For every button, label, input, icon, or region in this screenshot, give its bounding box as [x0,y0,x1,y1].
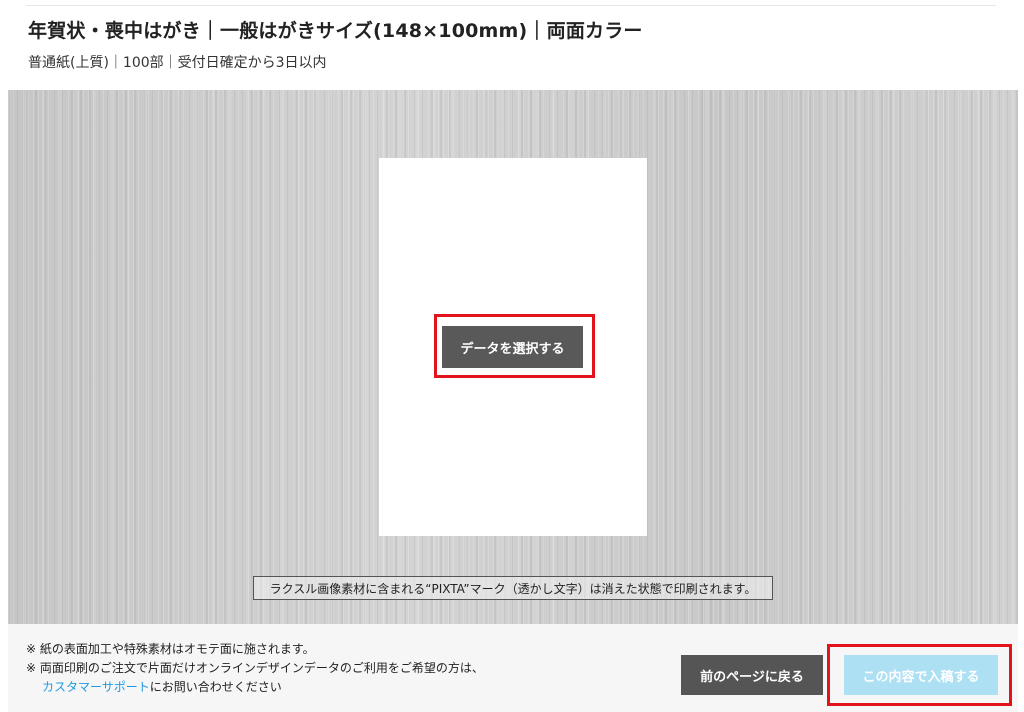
footer-bar: ※ 紙の表面加工や特殊素材はオモテ面に施されます。 ※ 両面印刷のご注文で片面だ… [8,624,1018,712]
customer-support-link[interactable]: カスタマーサポート [42,680,150,694]
footer-notes: ※ 紙の表面加工や特殊素材はオモテ面に施されます。 ※ 両面印刷のご注文で片面だ… [26,640,484,697]
preview-stage: データを選択する ラクスル画像素材に含まれる“PIXTA”マーク（透かし文字）は… [8,90,1018,624]
note-surface-finish: ※ 紙の表面加工や特殊素材はオモテ面に施されます。 [26,642,315,656]
note-support-line: カスタマーサポートにお問い合わせください [26,678,484,697]
select-data-button[interactable]: データを選択する [442,326,583,368]
submit-button[interactable]: この内容で入稿する [844,655,998,695]
page-title: 年賀状・喪中はがき｜一般はがきサイズ(148×100mm)｜両面カラー [28,20,643,42]
postcard-preview: データを選択する [379,158,647,536]
back-button[interactable]: 前のページに戻る [681,655,823,695]
note-double-sided: ※ 両面印刷のご注文で片面だけオンラインデザインデータのご利用をご希望の方は、 [26,661,484,675]
note-support-suffix: にお問い合わせください [149,680,282,694]
watermark-notice: ラクスル画像素材に含まれる“PIXTA”マーク（透かし文字）は消えた状態で印刷さ… [253,576,773,600]
order-spec: 普通紙(上質)｜100部｜受付日確定から3日以内 [28,55,327,71]
upload-page: 年賀状・喪中はがき｜一般はがきサイズ(148×100mm)｜両面カラー 普通紙(… [8,0,1018,712]
top-divider [26,5,996,6]
